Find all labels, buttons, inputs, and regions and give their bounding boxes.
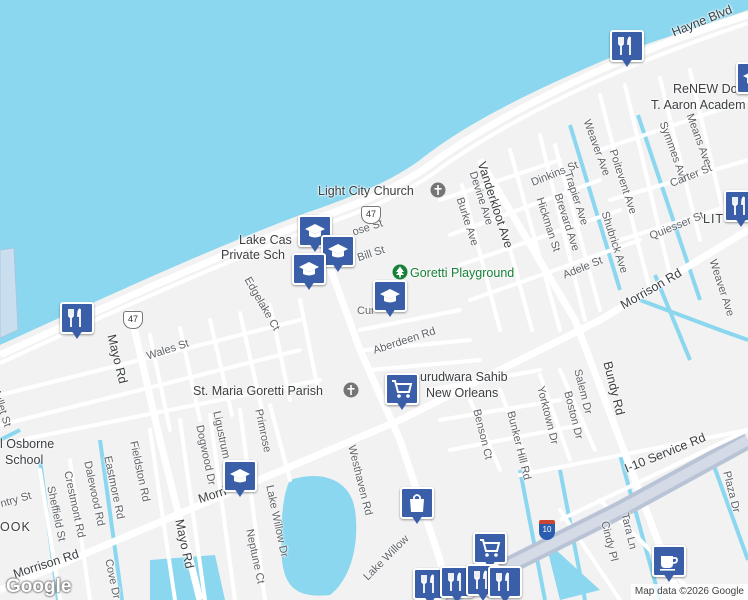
school-marker[interactable]: [292, 253, 326, 293]
place-label-lake-castle: Lake Cas: [239, 233, 292, 247]
poi-label-st-maria-goretti-parish[interactable]: St. Maria Goretti Parish: [193, 384, 323, 398]
area-label-lit: LIT: [703, 212, 725, 226]
restaurant-marker[interactable]: [60, 302, 94, 342]
shopping-bag-icon: [410, 494, 424, 512]
route-47-shield: 47: [123, 311, 143, 329]
shopping-marker[interactable]: [400, 487, 434, 527]
restaurant-icon: [421, 574, 434, 593]
restaurant-marker[interactable]: [488, 566, 522, 600]
school-marker[interactable]: [373, 280, 407, 320]
school-icon: [299, 262, 319, 276]
place-label-school: School: [5, 453, 44, 467]
poi-label-goretti-playground[interactable]: Goretti Playground: [410, 266, 514, 280]
place-label-private-school: Private Sch: [221, 248, 285, 262]
school-icon: [743, 73, 748, 84]
poi-label-light-city-church[interactable]: Light City Church: [318, 184, 414, 198]
map-attribution[interactable]: Map data ©2026 Google: [630, 584, 748, 600]
restaurant-marker[interactable]: [610, 30, 644, 70]
school-icon: [380, 289, 400, 303]
school-marker[interactable]: [321, 235, 355, 275]
church-icon[interactable]: [343, 382, 359, 403]
restaurant-icon: [732, 196, 745, 215]
google-logo: Google: [6, 576, 72, 597]
interstate-10-shield: 10: [539, 520, 555, 540]
place-label-aaron-academy: T. Aaron Academ: [651, 98, 746, 112]
place-label-renew: ReNEW Dol: [673, 82, 741, 96]
route-47-shield: 47: [361, 206, 381, 224]
coffee-cup-icon: [660, 556, 678, 571]
area-label-ook: OOK: [0, 520, 31, 534]
school-marker[interactable]: [223, 460, 257, 500]
shopping-cart-icon: [392, 380, 413, 398]
poi-label-gurudwara-line2[interactable]: New Orleans: [426, 386, 498, 400]
school-marker[interactable]: [736, 62, 748, 102]
shopping-cart-icon: [480, 539, 501, 557]
cafe-marker[interactable]: [652, 545, 686, 585]
restaurant-icon: [618, 36, 631, 55]
place-label-osborne: l Osborne: [0, 437, 55, 451]
school-icon: [230, 469, 250, 483]
grocery-marker[interactable]: [385, 373, 419, 413]
school-icon: [328, 244, 348, 258]
restaurant-icon: [496, 572, 509, 591]
poi-label-gurudwara-line1[interactable]: urudwara Sahib: [420, 370, 508, 384]
church-icon[interactable]: [430, 182, 446, 203]
map-view[interactable]: Hayne Blvd ReNEW Dol T. Aaron Academ Wea…: [0, 0, 748, 600]
restaurant-marker[interactable]: [724, 190, 748, 230]
restaurant-icon: [68, 308, 81, 327]
